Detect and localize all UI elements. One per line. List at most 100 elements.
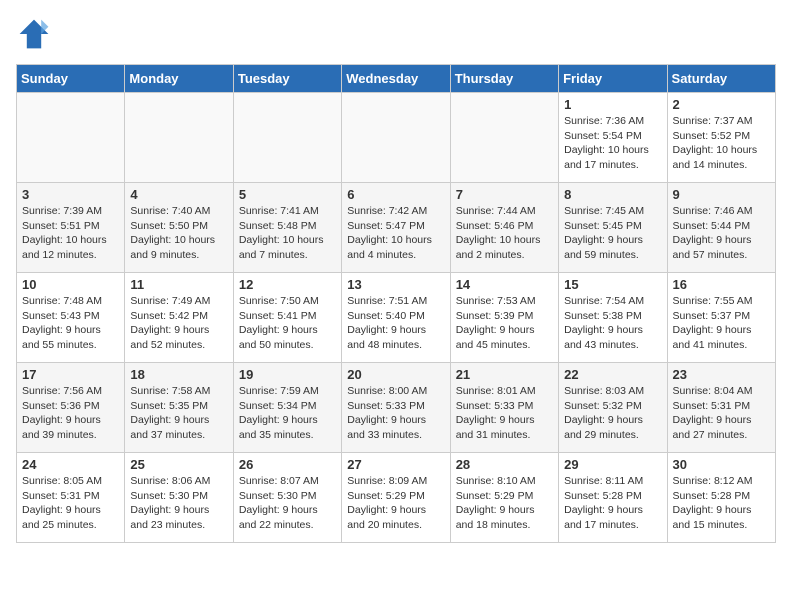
page-header xyxy=(16,16,776,52)
day-info: Sunrise: 8:11 AM Sunset: 5:28 PM Dayligh… xyxy=(564,474,661,533)
day-number: 22 xyxy=(564,367,661,382)
header-sunday: Sunday xyxy=(17,65,125,93)
logo-icon xyxy=(16,16,52,52)
day-cell: 24Sunrise: 8:05 AM Sunset: 5:31 PM Dayli… xyxy=(17,453,125,543)
day-cell: 28 Sunrise: 8:10 AM Sunset: 5:29 PM Dayli… xyxy=(450,453,558,543)
day-cell: 6Sunrise: 7:42 AM Sunset: 5:47 PM Daylig… xyxy=(342,183,450,273)
day-cell: 1 Sunrise: 7:36 AM Sunset: 5:54 PM Daylig… xyxy=(559,93,667,183)
day-number: 2 xyxy=(673,97,770,112)
day-number: 17 xyxy=(22,367,119,382)
week-row-2: 3 Sunrise: 7:39 AM Sunset: 5:51 PM Daylig… xyxy=(17,183,776,273)
day-info: Sunrise: 7:44 AM Sunset: 5:46 PM Dayligh… xyxy=(456,204,553,263)
day-cell xyxy=(125,93,233,183)
day-number: 28 xyxy=(456,457,553,472)
header-row: SundayMondayTuesdayWednesdayThursdayFrid… xyxy=(17,65,776,93)
week-row-4: 17 Sunrise: 7:56 AM Sunset: 5:36 PM Dayli… xyxy=(17,363,776,453)
day-info: Sunrise: 7:51 AM Sunset: 5:40 PM Dayligh… xyxy=(347,294,444,353)
day-cell: 18 Sunrise: 7:58 AM Sunset: 5:35 PM Dayli… xyxy=(125,363,233,453)
day-info: Sunrise: 7:40 AM Sunset: 5:50 PM Dayligh… xyxy=(130,204,227,263)
day-info: Sunrise: 8:07 AM Sunset: 5:30 PM Dayligh… xyxy=(239,474,336,533)
day-number: 27 xyxy=(347,457,444,472)
day-info: Sunrise: 7:49 AM Sunset: 5:42 PM Dayligh… xyxy=(130,294,227,353)
day-cell: 10 Sunrise: 7:48 AM Sunset: 5:43 PM Dayli… xyxy=(17,273,125,363)
day-cell: 20 Sunrise: 8:00 AM Sunset: 5:33 PM Dayli… xyxy=(342,363,450,453)
day-number: 10 xyxy=(22,277,119,292)
day-info: Sunrise: 8:10 AM Sunset: 5:29 PM Dayligh… xyxy=(456,474,553,533)
day-cell: 30 Sunrise: 8:12 AM Sunset: 5:28 PM Dayli… xyxy=(667,453,775,543)
day-cell: 22 Sunrise: 8:03 AM Sunset: 5:32 PM Dayli… xyxy=(559,363,667,453)
day-cell: 4 Sunrise: 7:40 AM Sunset: 5:50 PM Daylig… xyxy=(125,183,233,273)
day-cell xyxy=(17,93,125,183)
day-info: Sunrise: 7:48 AM Sunset: 5:43 PM Dayligh… xyxy=(22,294,119,353)
day-cell: 8 Sunrise: 7:45 AM Sunset: 5:45 PM Daylig… xyxy=(559,183,667,273)
day-info: Sunrise: 8:06 AM Sunset: 5:30 PM Dayligh… xyxy=(130,474,227,533)
week-row-3: 10 Sunrise: 7:48 AM Sunset: 5:43 PM Dayli… xyxy=(17,273,776,363)
day-info: Sunrise: 7:53 AM Sunset: 5:39 PM Dayligh… xyxy=(456,294,553,353)
day-cell: 16 Sunrise: 7:55 AM Sunset: 5:37 PM Dayli… xyxy=(667,273,775,363)
day-info: Sunrise: 8:03 AM Sunset: 5:32 PM Dayligh… xyxy=(564,384,661,443)
day-info: Sunrise: 7:45 AM Sunset: 5:45 PM Dayligh… xyxy=(564,204,661,263)
day-number: 1 xyxy=(564,97,661,112)
day-info: Sunrise: 7:59 AM Sunset: 5:34 PM Dayligh… xyxy=(239,384,336,443)
day-cell xyxy=(342,93,450,183)
day-cell: 11 Sunrise: 7:49 AM Sunset: 5:42 PM Dayli… xyxy=(125,273,233,363)
day-cell: 21Sunrise: 8:01 AM Sunset: 5:33 PM Dayli… xyxy=(450,363,558,453)
day-number: 4 xyxy=(130,187,227,202)
header-saturday: Saturday xyxy=(667,65,775,93)
day-number: 3 xyxy=(22,187,119,202)
day-cell: 7 Sunrise: 7:44 AM Sunset: 5:46 PM Daylig… xyxy=(450,183,558,273)
day-number: 13 xyxy=(347,277,444,292)
day-cell: 5 Sunrise: 7:41 AM Sunset: 5:48 PM Daylig… xyxy=(233,183,341,273)
day-number: 15 xyxy=(564,277,661,292)
day-info: Sunrise: 8:00 AM Sunset: 5:33 PM Dayligh… xyxy=(347,384,444,443)
day-number: 5 xyxy=(239,187,336,202)
day-number: 7 xyxy=(456,187,553,202)
day-info: Sunrise: 7:56 AM Sunset: 5:36 PM Dayligh… xyxy=(22,384,119,443)
day-info: Sunrise: 7:39 AM Sunset: 5:51 PM Dayligh… xyxy=(22,204,119,263)
day-number: 12 xyxy=(239,277,336,292)
calendar-table: SundayMondayTuesdayWednesdayThursdayFrid… xyxy=(16,64,776,543)
day-number: 29 xyxy=(564,457,661,472)
day-number: 11 xyxy=(130,277,227,292)
day-info: Sunrise: 7:41 AM Sunset: 5:48 PM Dayligh… xyxy=(239,204,336,263)
calendar-body: 1 Sunrise: 7:36 AM Sunset: 5:54 PM Daylig… xyxy=(17,93,776,543)
day-info: Sunrise: 7:36 AM Sunset: 5:54 PM Dayligh… xyxy=(564,114,661,173)
day-number: 8 xyxy=(564,187,661,202)
day-info: Sunrise: 7:55 AM Sunset: 5:37 PM Dayligh… xyxy=(673,294,770,353)
day-cell: 29 Sunrise: 8:11 AM Sunset: 5:28 PM Dayli… xyxy=(559,453,667,543)
day-number: 26 xyxy=(239,457,336,472)
day-number: 19 xyxy=(239,367,336,382)
logo xyxy=(16,16,58,52)
day-cell: 3 Sunrise: 7:39 AM Sunset: 5:51 PM Daylig… xyxy=(17,183,125,273)
day-number: 14 xyxy=(456,277,553,292)
day-info: Sunrise: 7:54 AM Sunset: 5:38 PM Dayligh… xyxy=(564,294,661,353)
day-number: 20 xyxy=(347,367,444,382)
day-number: 18 xyxy=(130,367,227,382)
day-number: 9 xyxy=(673,187,770,202)
week-row-5: 24Sunrise: 8:05 AM Sunset: 5:31 PM Dayli… xyxy=(17,453,776,543)
day-cell: 9Sunrise: 7:46 AM Sunset: 5:44 PM Daylig… xyxy=(667,183,775,273)
day-cell: 25 Sunrise: 8:06 AM Sunset: 5:30 PM Dayli… xyxy=(125,453,233,543)
week-row-1: 1 Sunrise: 7:36 AM Sunset: 5:54 PM Daylig… xyxy=(17,93,776,183)
day-number: 30 xyxy=(673,457,770,472)
header-tuesday: Tuesday xyxy=(233,65,341,93)
day-info: Sunrise: 7:50 AM Sunset: 5:41 PM Dayligh… xyxy=(239,294,336,353)
day-cell: 13 Sunrise: 7:51 AM Sunset: 5:40 PM Dayli… xyxy=(342,273,450,363)
day-info: Sunrise: 8:12 AM Sunset: 5:28 PM Dayligh… xyxy=(673,474,770,533)
day-number: 25 xyxy=(130,457,227,472)
header-wednesday: Wednesday xyxy=(342,65,450,93)
day-info: Sunrise: 7:58 AM Sunset: 5:35 PM Dayligh… xyxy=(130,384,227,443)
day-info: Sunrise: 8:01 AM Sunset: 5:33 PM Dayligh… xyxy=(456,384,553,443)
day-number: 6 xyxy=(347,187,444,202)
day-cell: 26 Sunrise: 8:07 AM Sunset: 5:30 PM Dayli… xyxy=(233,453,341,543)
day-cell xyxy=(450,93,558,183)
day-info: Sunrise: 8:04 AM Sunset: 5:31 PM Dayligh… xyxy=(673,384,770,443)
day-cell: 12 Sunrise: 7:50 AM Sunset: 5:41 PM Dayli… xyxy=(233,273,341,363)
day-info: Sunrise: 7:37 AM Sunset: 5:52 PM Dayligh… xyxy=(673,114,770,173)
day-number: 16 xyxy=(673,277,770,292)
header-thursday: Thursday xyxy=(450,65,558,93)
day-cell: 15 Sunrise: 7:54 AM Sunset: 5:38 PM Dayli… xyxy=(559,273,667,363)
day-cell: 27 Sunrise: 8:09 AM Sunset: 5:29 PM Dayli… xyxy=(342,453,450,543)
calendar-header: SundayMondayTuesdayWednesdayThursdayFrid… xyxy=(17,65,776,93)
day-info: Sunrise: 8:09 AM Sunset: 5:29 PM Dayligh… xyxy=(347,474,444,533)
